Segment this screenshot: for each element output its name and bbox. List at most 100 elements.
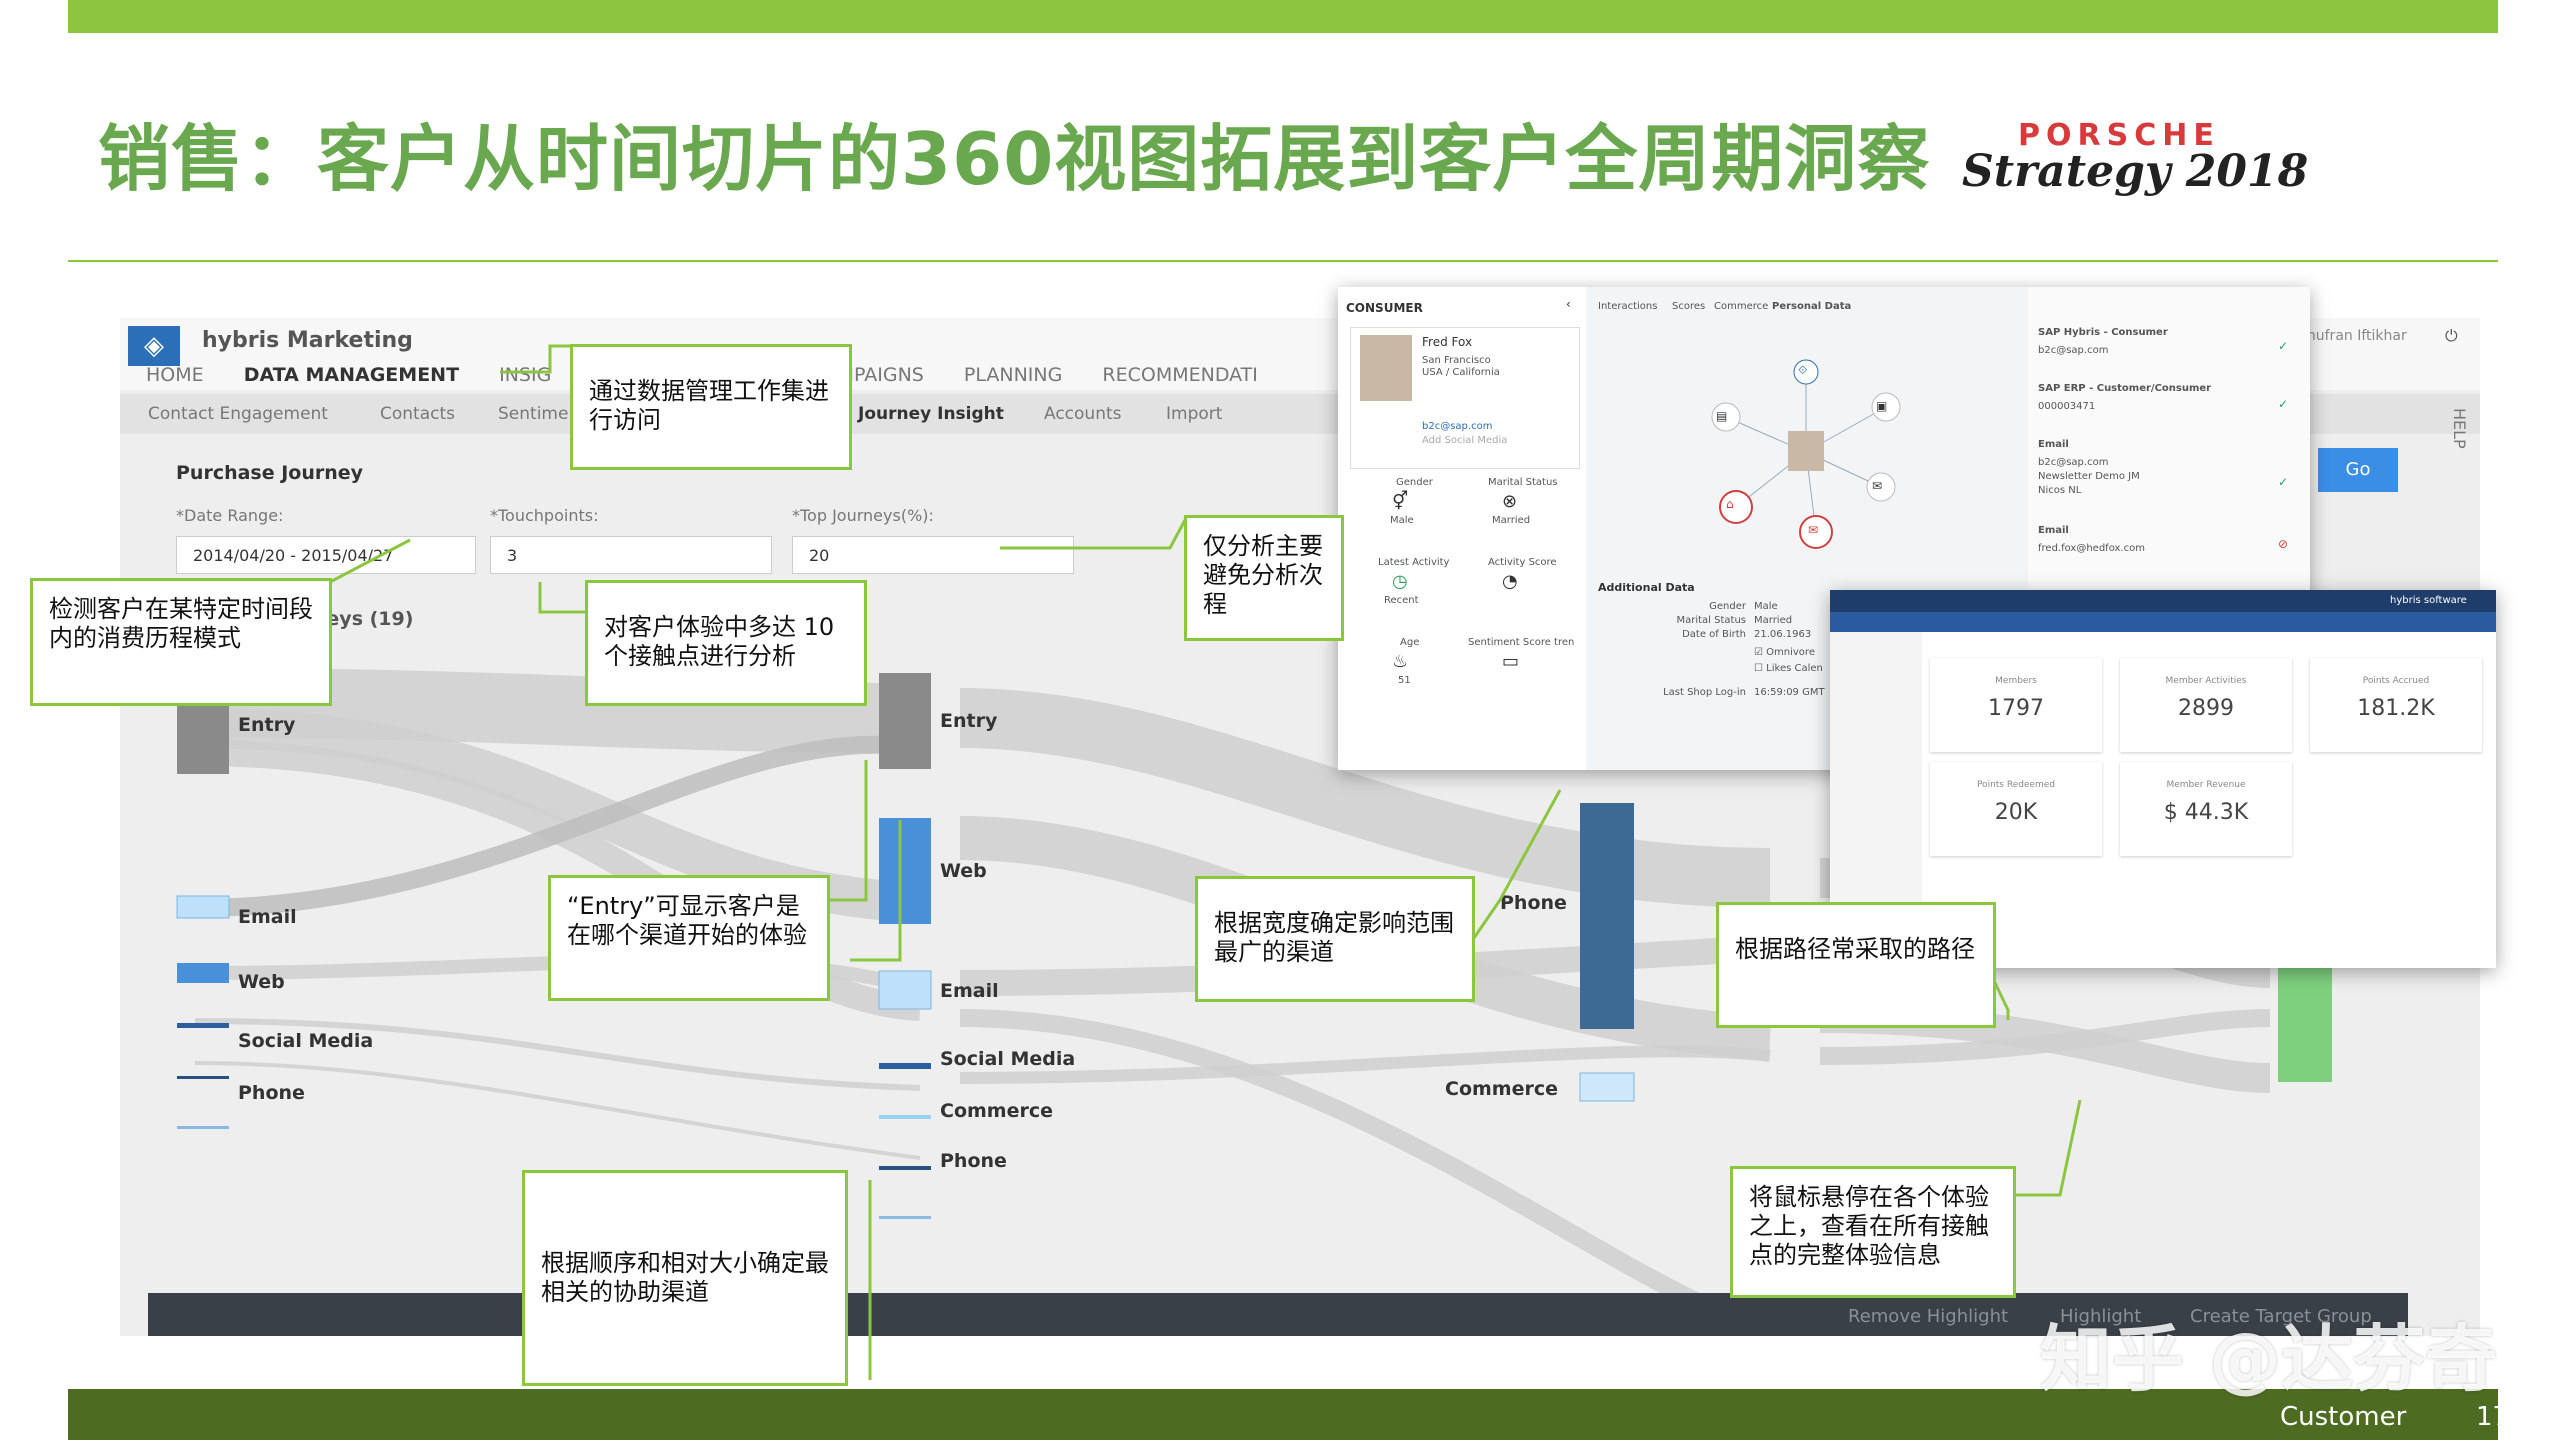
top-accent-bar <box>68 0 2498 33</box>
source-3-extra1: Newsletter Demo JM <box>2038 471 2140 482</box>
source-4-title: Email <box>2038 525 2069 536</box>
home-node-icon[interactable]: ⌂ <box>1726 497 1734 511</box>
tile-member-revenue[interactable]: Member Revenue $ 44.3K <box>2120 762 2292 856</box>
callout-path: 根据路径常采取的路径 <box>1716 902 1996 1028</box>
node-label-commerce-2: Commerce <box>940 1100 1053 1122</box>
strategy-logo: Strategy 2018 <box>1962 146 2309 197</box>
activity-score-label: Activity Score <box>1488 557 1557 568</box>
node-extra-1 <box>177 1126 229 1129</box>
cake-icon: ♨ <box>1392 651 1409 672</box>
additional-marital-value: Married <box>1754 615 1793 626</box>
footer-section: Customer <box>2280 1402 2407 1432</box>
node-phone-2 <box>879 1166 931 1170</box>
relationship-graph <box>1711 359 1901 549</box>
last-login-label: Last Shop Log-in <box>1663 687 1746 698</box>
tile-member-activities[interactable]: Member Activities 2899 <box>2120 658 2292 752</box>
callout-data-management: 通过数据管理工作集进行访问 <box>570 344 852 470</box>
envelope-node-icon[interactable]: ✉ <box>1872 479 1882 493</box>
node-social-2 <box>879 1063 931 1069</box>
sentiment-label: Sentiment Score tren <box>1468 637 1575 648</box>
node-label-phone-2: Phone <box>940 1150 1007 1172</box>
tab-personal-data[interactable]: Personal Data <box>1772 301 1851 312</box>
callout-hover: 将鼠标悬停在各个体验之上，查看在所有接触点的完整体验信息 <box>1730 1166 2016 1298</box>
omnivore-label: Omnivore <box>1766 647 1815 658</box>
node-label-social-1: Social Media <box>238 1030 374 1052</box>
blocked-icon: ⊘ <box>2278 537 2289 551</box>
tile-points-accrued[interactable]: Points Accrued 181.2K <box>2310 658 2482 752</box>
store-node-icon[interactable]: ▤ <box>1716 409 1727 423</box>
remove-highlight-button[interactable]: Remove Highlight <box>1848 1306 2008 1327</box>
likes-checkbox[interactable]: ☐ Likes Calen <box>1754 663 1823 674</box>
sankey-flow <box>959 1045 1771 1084</box>
likes-label: Likes Calen <box>1766 663 1823 674</box>
tile-members-label: Members <box>1995 676 2037 686</box>
consumer-email-link[interactable]: b2c@sap.com <box>1422 421 1492 432</box>
consumer-profile: CONSUMER ‹ Fred Fox San Francisco USA / … <box>1338 287 1587 770</box>
dashboard-toolbar <box>1830 612 2496 632</box>
node-label-social-2: Social Media <box>940 1048 1076 1070</box>
node-web-1 <box>177 963 229 983</box>
tab-interactions[interactable]: Interactions <box>1598 301 1657 312</box>
node-label-phone-1: Phone <box>238 1082 305 1104</box>
gender-label: Gender <box>1396 477 1433 488</box>
watermark: 知乎 @达芬奇 <box>2040 1317 2498 1401</box>
chat-icon: ▭ <box>1502 651 1520 672</box>
tile-accrued-value: 181.2K <box>2357 696 2435 721</box>
node-label-commerce-3: Commerce <box>1445 1078 1558 1100</box>
hybris-node-icon[interactable]: ⟐ <box>1798 363 1807 378</box>
add-social-link[interactable]: Add Social Media <box>1422 435 1507 446</box>
source-3-value: b2c@sap.com <box>2038 457 2109 468</box>
mail-node-icon[interactable]: ✉ <box>1808 523 1818 537</box>
marital-label: Marital Status <box>1488 477 1558 488</box>
page-number: 17 <box>2476 1402 2510 1432</box>
source-1-title: SAP Hybris - Consumer <box>2038 327 2168 338</box>
consumer-region: USA / California <box>1422 367 1500 378</box>
tile-points-redeemed[interactable]: Points Redeemed 20K <box>1930 762 2102 856</box>
dashboard-brand: hybris software <box>2390 595 2467 606</box>
last-login-value: 16:59:09 GMT <box>1754 687 1825 698</box>
source-2-title: SAP ERP - Customer/Consumer <box>2038 383 2212 394</box>
additional-marital-label: Marital Status <box>1676 615 1746 626</box>
omnivore-checkbox[interactable]: ☑ Omnivore <box>1754 647 1815 658</box>
tile-redeemed-label: Points Redeemed <box>1976 780 2056 790</box>
check-icon: ✓ <box>2278 339 2289 353</box>
latest-activity-label: Latest Activity <box>1378 557 1450 568</box>
avatar <box>1360 335 1412 401</box>
source-2-value: 000003471 <box>2038 401 2096 412</box>
additional-dob-label: Date of Birth <box>1682 629 1746 640</box>
node-web-2 <box>879 818 931 924</box>
node-commerce-2 <box>879 1115 931 1119</box>
tile-members[interactable]: Members 1797 <box>1930 658 2102 752</box>
node-label-email-2: Email <box>940 980 999 1002</box>
card-node-icon[interactable]: ▣ <box>1876 399 1887 413</box>
title-divider <box>68 260 2498 262</box>
node-label-web-1: Web <box>238 971 285 993</box>
gender-icon: ⚥ <box>1392 491 1409 512</box>
source-3-extra2: Nicos NL <box>2038 485 2082 496</box>
node-label-email-1: Email <box>238 906 297 928</box>
clock-icon: ◷ <box>1392 571 1408 592</box>
node-label-web-2: Web <box>940 860 987 882</box>
node-label-phone-3: Phone <box>1500 892 1567 914</box>
callout-order-size: 根据顺序和相对大小确定最相关的协助渠道 <box>522 1170 848 1386</box>
callout-time-period: 检测客户在某特定时间段内的消费历程模式 <box>30 578 332 706</box>
node-commerce-3 <box>1579 1072 1635 1102</box>
tab-scores[interactable]: Scores <box>1672 301 1705 312</box>
age-label: Age <box>1400 637 1420 648</box>
callout-touchpoints: 对客户体验中多达 10 个接触点进行分析 <box>585 580 867 706</box>
additional-dob-value: 21.06.1963 <box>1754 629 1812 640</box>
callout-entry: “Entry”可显示客户是在哪个渠道开始的体验 <box>548 875 830 1001</box>
node-phone-3 <box>1580 803 1634 1029</box>
source-3-title: Email <box>2038 439 2069 450</box>
rings-icon: ⊗ <box>1502 491 1518 512</box>
node-entry-2 <box>879 673 931 769</box>
check-icon: ✓ <box>2278 397 2289 411</box>
node-phone-1 <box>177 1076 229 1079</box>
additional-gender-label: Gender <box>1709 601 1746 612</box>
collapse-icon[interactable]: ‹ <box>1566 297 1571 311</box>
tab-commerce[interactable]: Commerce <box>1714 301 1768 312</box>
slide-title: 销售：客户从时间切片的360视图拓展到客户全周期洞察 <box>98 117 1931 201</box>
node-label-entry-2: Entry <box>940 710 998 732</box>
additional-gender-value: Male <box>1754 601 1778 612</box>
node-label-entry-1: Entry <box>238 714 296 736</box>
